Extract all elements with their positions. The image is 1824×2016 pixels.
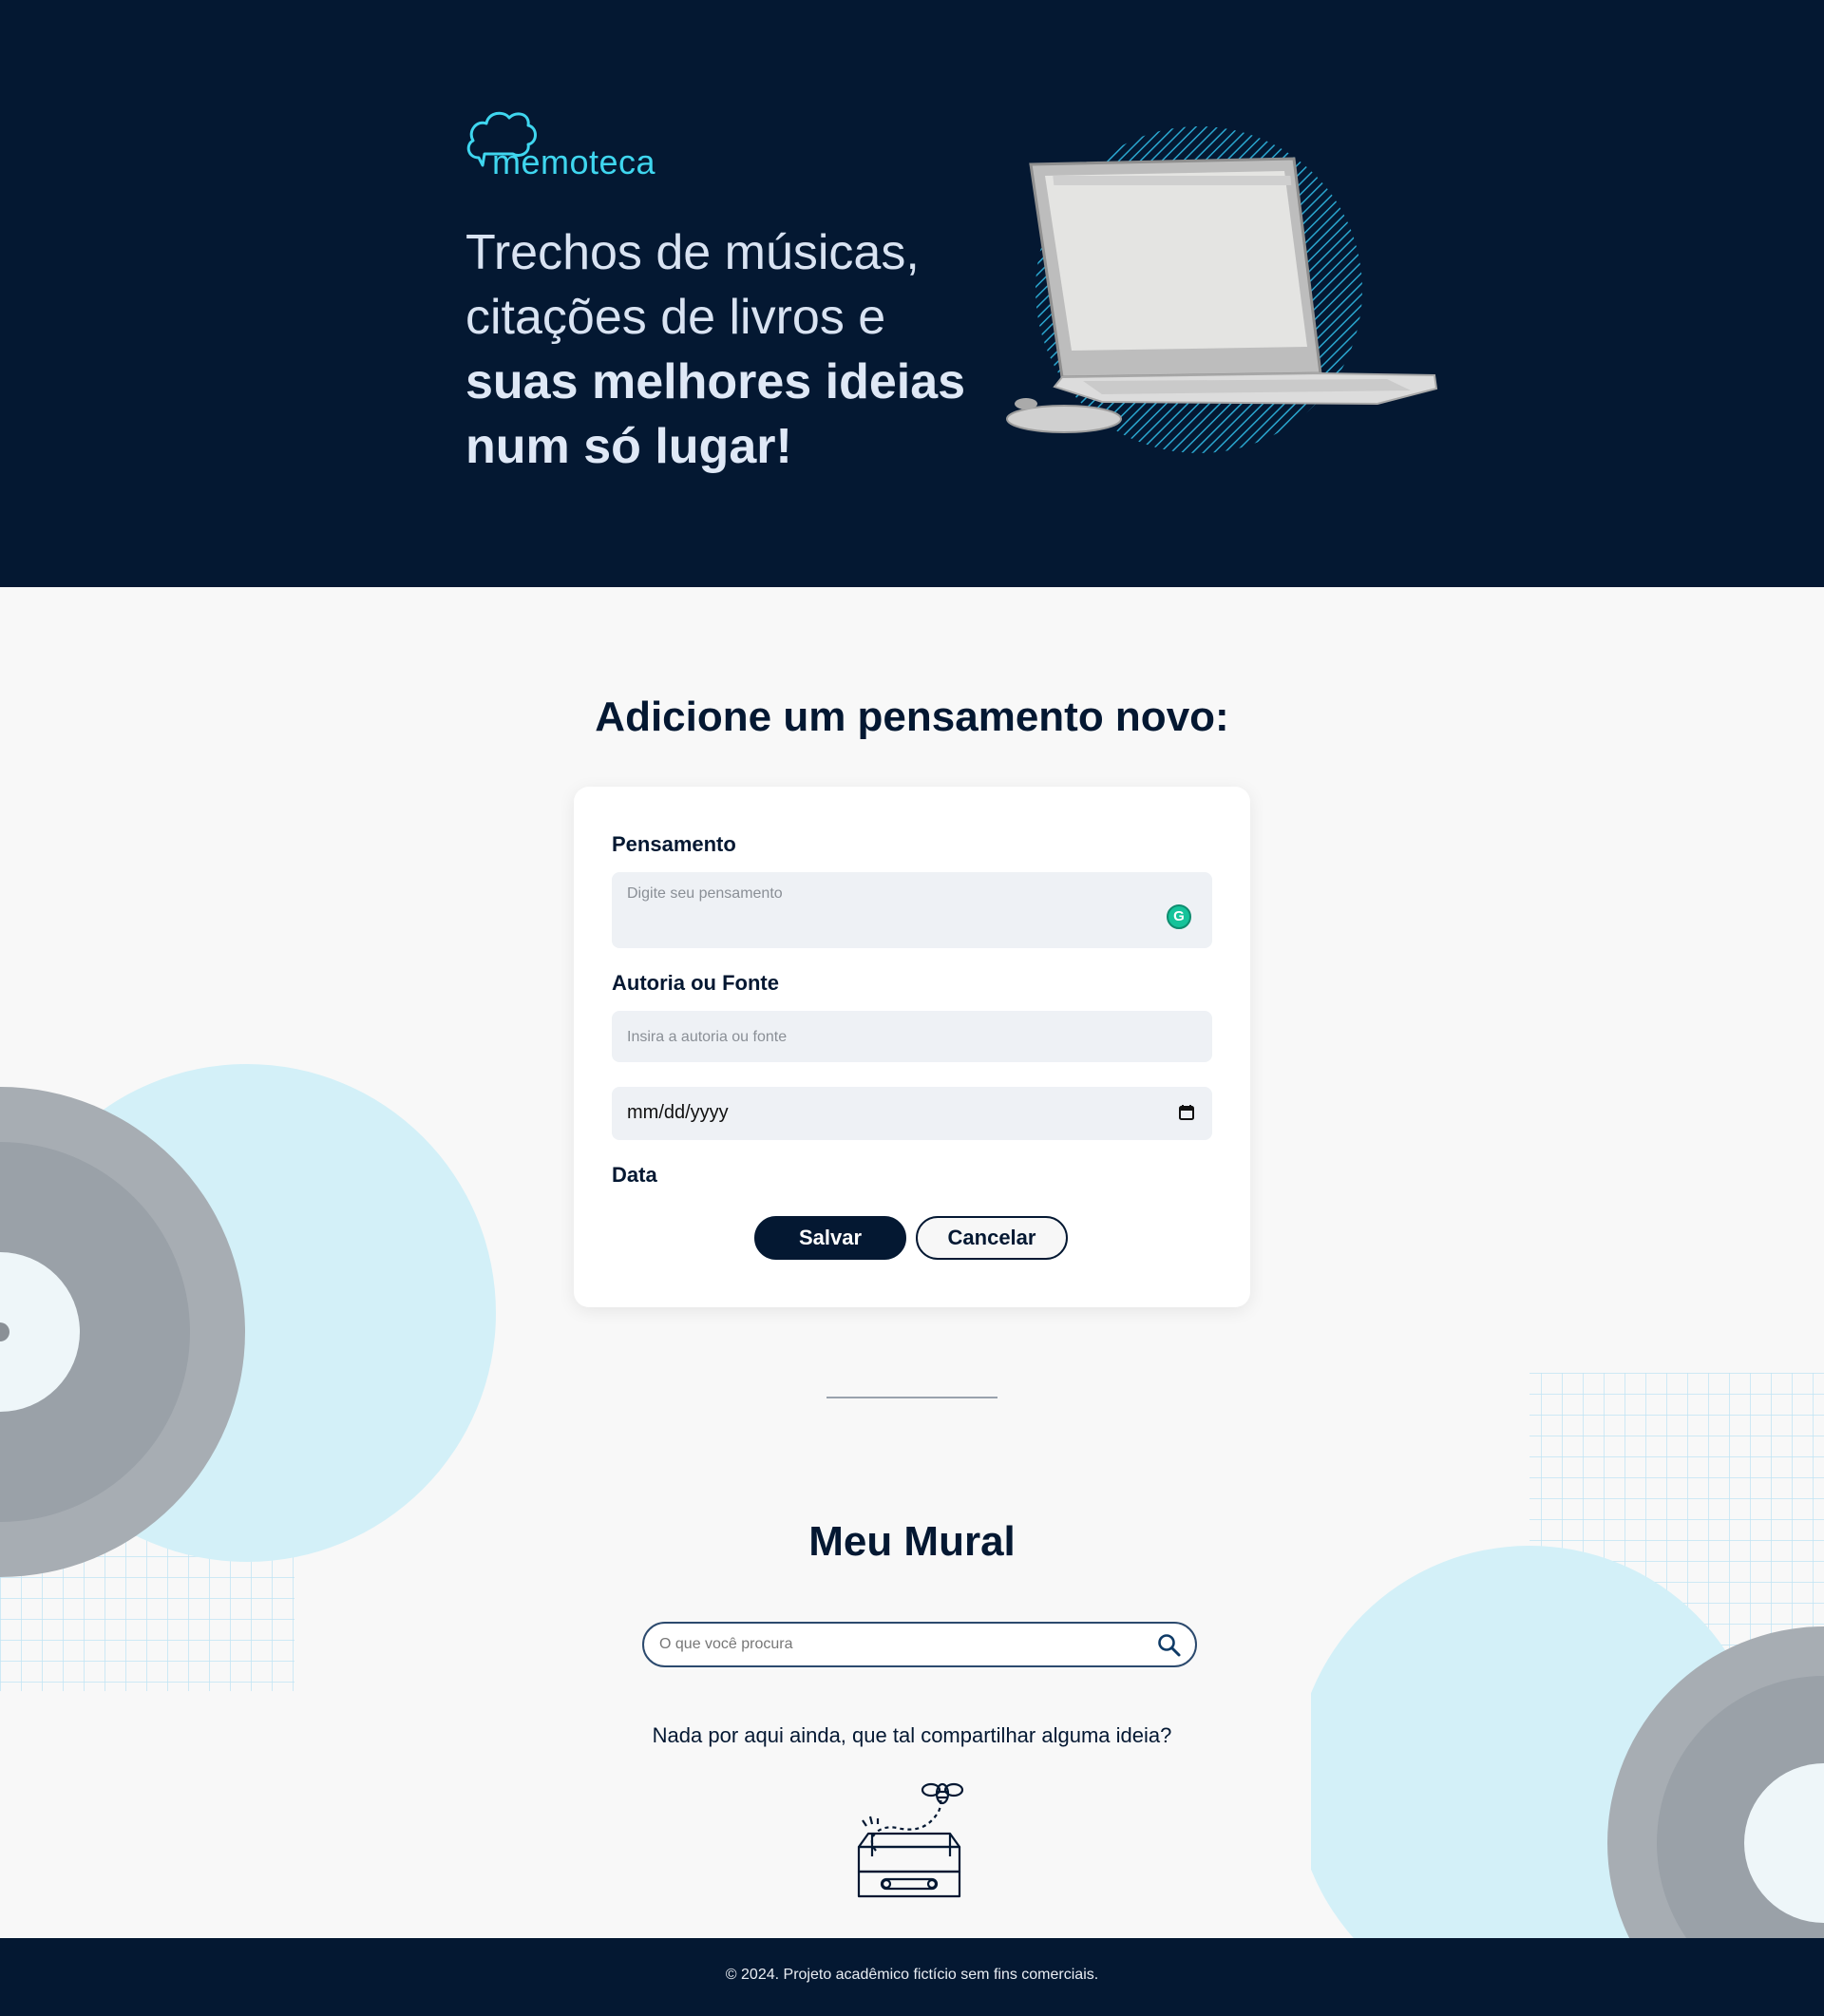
date-input[interactable]: mm/dd/yyyy (612, 1087, 1212, 1140)
footer-copyright: © 2024. Projeto acadêmico fictício sem f… (725, 1967, 1099, 1983)
headline-line-bold: suas melhores ideias (466, 354, 966, 409)
logo-text[interactable]: memoteca (492, 143, 656, 182)
empty-state-message: Nada por aqui ainda, que tal compartilha… (652, 1723, 1172, 1747)
hero-header: memoteca Trechos de músicas, citações de… (0, 0, 1824, 587)
thought-label: Pensamento (612, 832, 736, 856)
form-title: Adicione um pensamento novo: (595, 694, 1229, 740)
calendar-icon[interactable] (1178, 1104, 1195, 1121)
headline-line: Trechos de músicas, (466, 225, 920, 280)
thought-placeholder: Digite seu pensamento (627, 885, 783, 902)
thought-input[interactable]: Digite seu pensamento (612, 872, 1212, 948)
mural-title: Meu Mural (808, 1518, 1016, 1565)
empty-box-bee-icon (857, 1782, 964, 1898)
author-label: Autoria ou Fonte (612, 971, 779, 995)
section-divider (826, 1397, 998, 1398)
headline-line-bold: num só lugar! (466, 419, 792, 474)
search-input[interactable]: O que você procura (642, 1622, 1197, 1667)
vinyl-decoration (1311, 1373, 1824, 1938)
headline-line: citações de livros e (466, 290, 886, 345)
save-button[interactable]: Salvar (754, 1216, 906, 1260)
date-value: mm/dd/yyyy (627, 1102, 729, 1123)
date-label: Data (612, 1163, 657, 1187)
author-input[interactable]: Insira a autoria ou fonte (612, 1011, 1212, 1062)
grammarly-icon[interactable] (1167, 904, 1191, 929)
footer: © 2024. Projeto acadêmico fictício sem f… (0, 1938, 1824, 2016)
laptop-illustration (1006, 126, 1438, 453)
hero-headline: Trechos de músicas, citações de livros e… (466, 220, 998, 479)
author-placeholder: Insira a autoria ou fonte (627, 1029, 788, 1045)
thought-form-card: Pensamento Digite seu pensamento Autoria… (574, 787, 1250, 1307)
vinyl-decoration (0, 1064, 496, 1691)
search-icon[interactable] (1157, 1633, 1182, 1658)
search-placeholder: O que você procura (659, 1636, 793, 1652)
cancel-button[interactable]: Cancelar (916, 1216, 1068, 1260)
